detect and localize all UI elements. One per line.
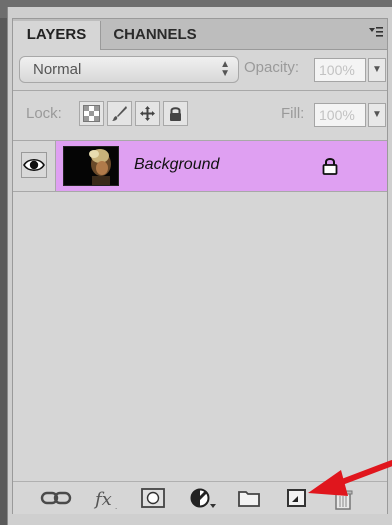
- lock-all-icon: [170, 107, 181, 121]
- svg-text:fx: fx: [93, 489, 112, 510]
- layer-thumbnail: [63, 146, 119, 186]
- trash-icon[interactable]: [332, 488, 354, 510]
- tab-layers[interactable]: LAYERS: [13, 21, 101, 50]
- fill-input[interactable]: 100%: [314, 103, 366, 127]
- divider: [13, 90, 387, 91]
- fill-dropdown-button[interactable]: ▼: [368, 103, 386, 127]
- tab-channels[interactable]: CHANNELS: [101, 21, 209, 48]
- layers-list: [13, 192, 387, 492]
- visibility-cell: [13, 141, 56, 191]
- adjustment-layer-icon[interactable]: [190, 488, 218, 508]
- lock-image-pixels-button[interactable]: [107, 101, 132, 126]
- panel-menu-icon[interactable]: [369, 25, 383, 42]
- panel-bottom-bar: fx.: [13, 481, 387, 514]
- layer-mask-icon[interactable]: [141, 488, 165, 508]
- opacity-dropdown-button[interactable]: ▼: [368, 58, 386, 82]
- link-layers-icon[interactable]: [40, 488, 72, 508]
- svg-text:.: .: [115, 502, 117, 510]
- layer-style-fx-icon[interactable]: fx.: [93, 488, 121, 511]
- eye-icon: [23, 158, 45, 172]
- lock-transparent-pixels-button[interactable]: [79, 101, 104, 126]
- layer-row-background[interactable]: Background: [13, 140, 387, 192]
- blend-mode-value: Normal: [33, 61, 82, 78]
- visibility-toggle[interactable]: [21, 152, 47, 178]
- lock-all-button[interactable]: [163, 101, 188, 126]
- tab-bar: LAYERS CHANNELS: [13, 19, 387, 50]
- blend-mode-select[interactable]: Normal ▲ ▼: [19, 56, 239, 83]
- layer-name[interactable]: Background: [134, 156, 219, 174]
- fill-label: Fill:: [281, 105, 305, 122]
- opacity-input[interactable]: 100%: [314, 58, 366, 82]
- lock-position-button[interactable]: [135, 101, 160, 126]
- lock-position-icon: [140, 106, 155, 121]
- group-folder-icon[interactable]: [237, 488, 261, 508]
- stepper-arrows-icon: ▲ ▼: [220, 59, 230, 79]
- new-layer-icon[interactable]: [286, 488, 308, 508]
- layer-lock-icon: [321, 156, 339, 181]
- layers-panel: LAYERS CHANNELS Normal ▲ ▼ Opacity: 100% …: [12, 18, 388, 514]
- lock-label: Lock:: [26, 105, 62, 122]
- lock-image-pixels-icon: [112, 106, 127, 121]
- lock-transparent-pixels-icon: [83, 105, 100, 122]
- opacity-label: Opacity:: [244, 59, 300, 76]
